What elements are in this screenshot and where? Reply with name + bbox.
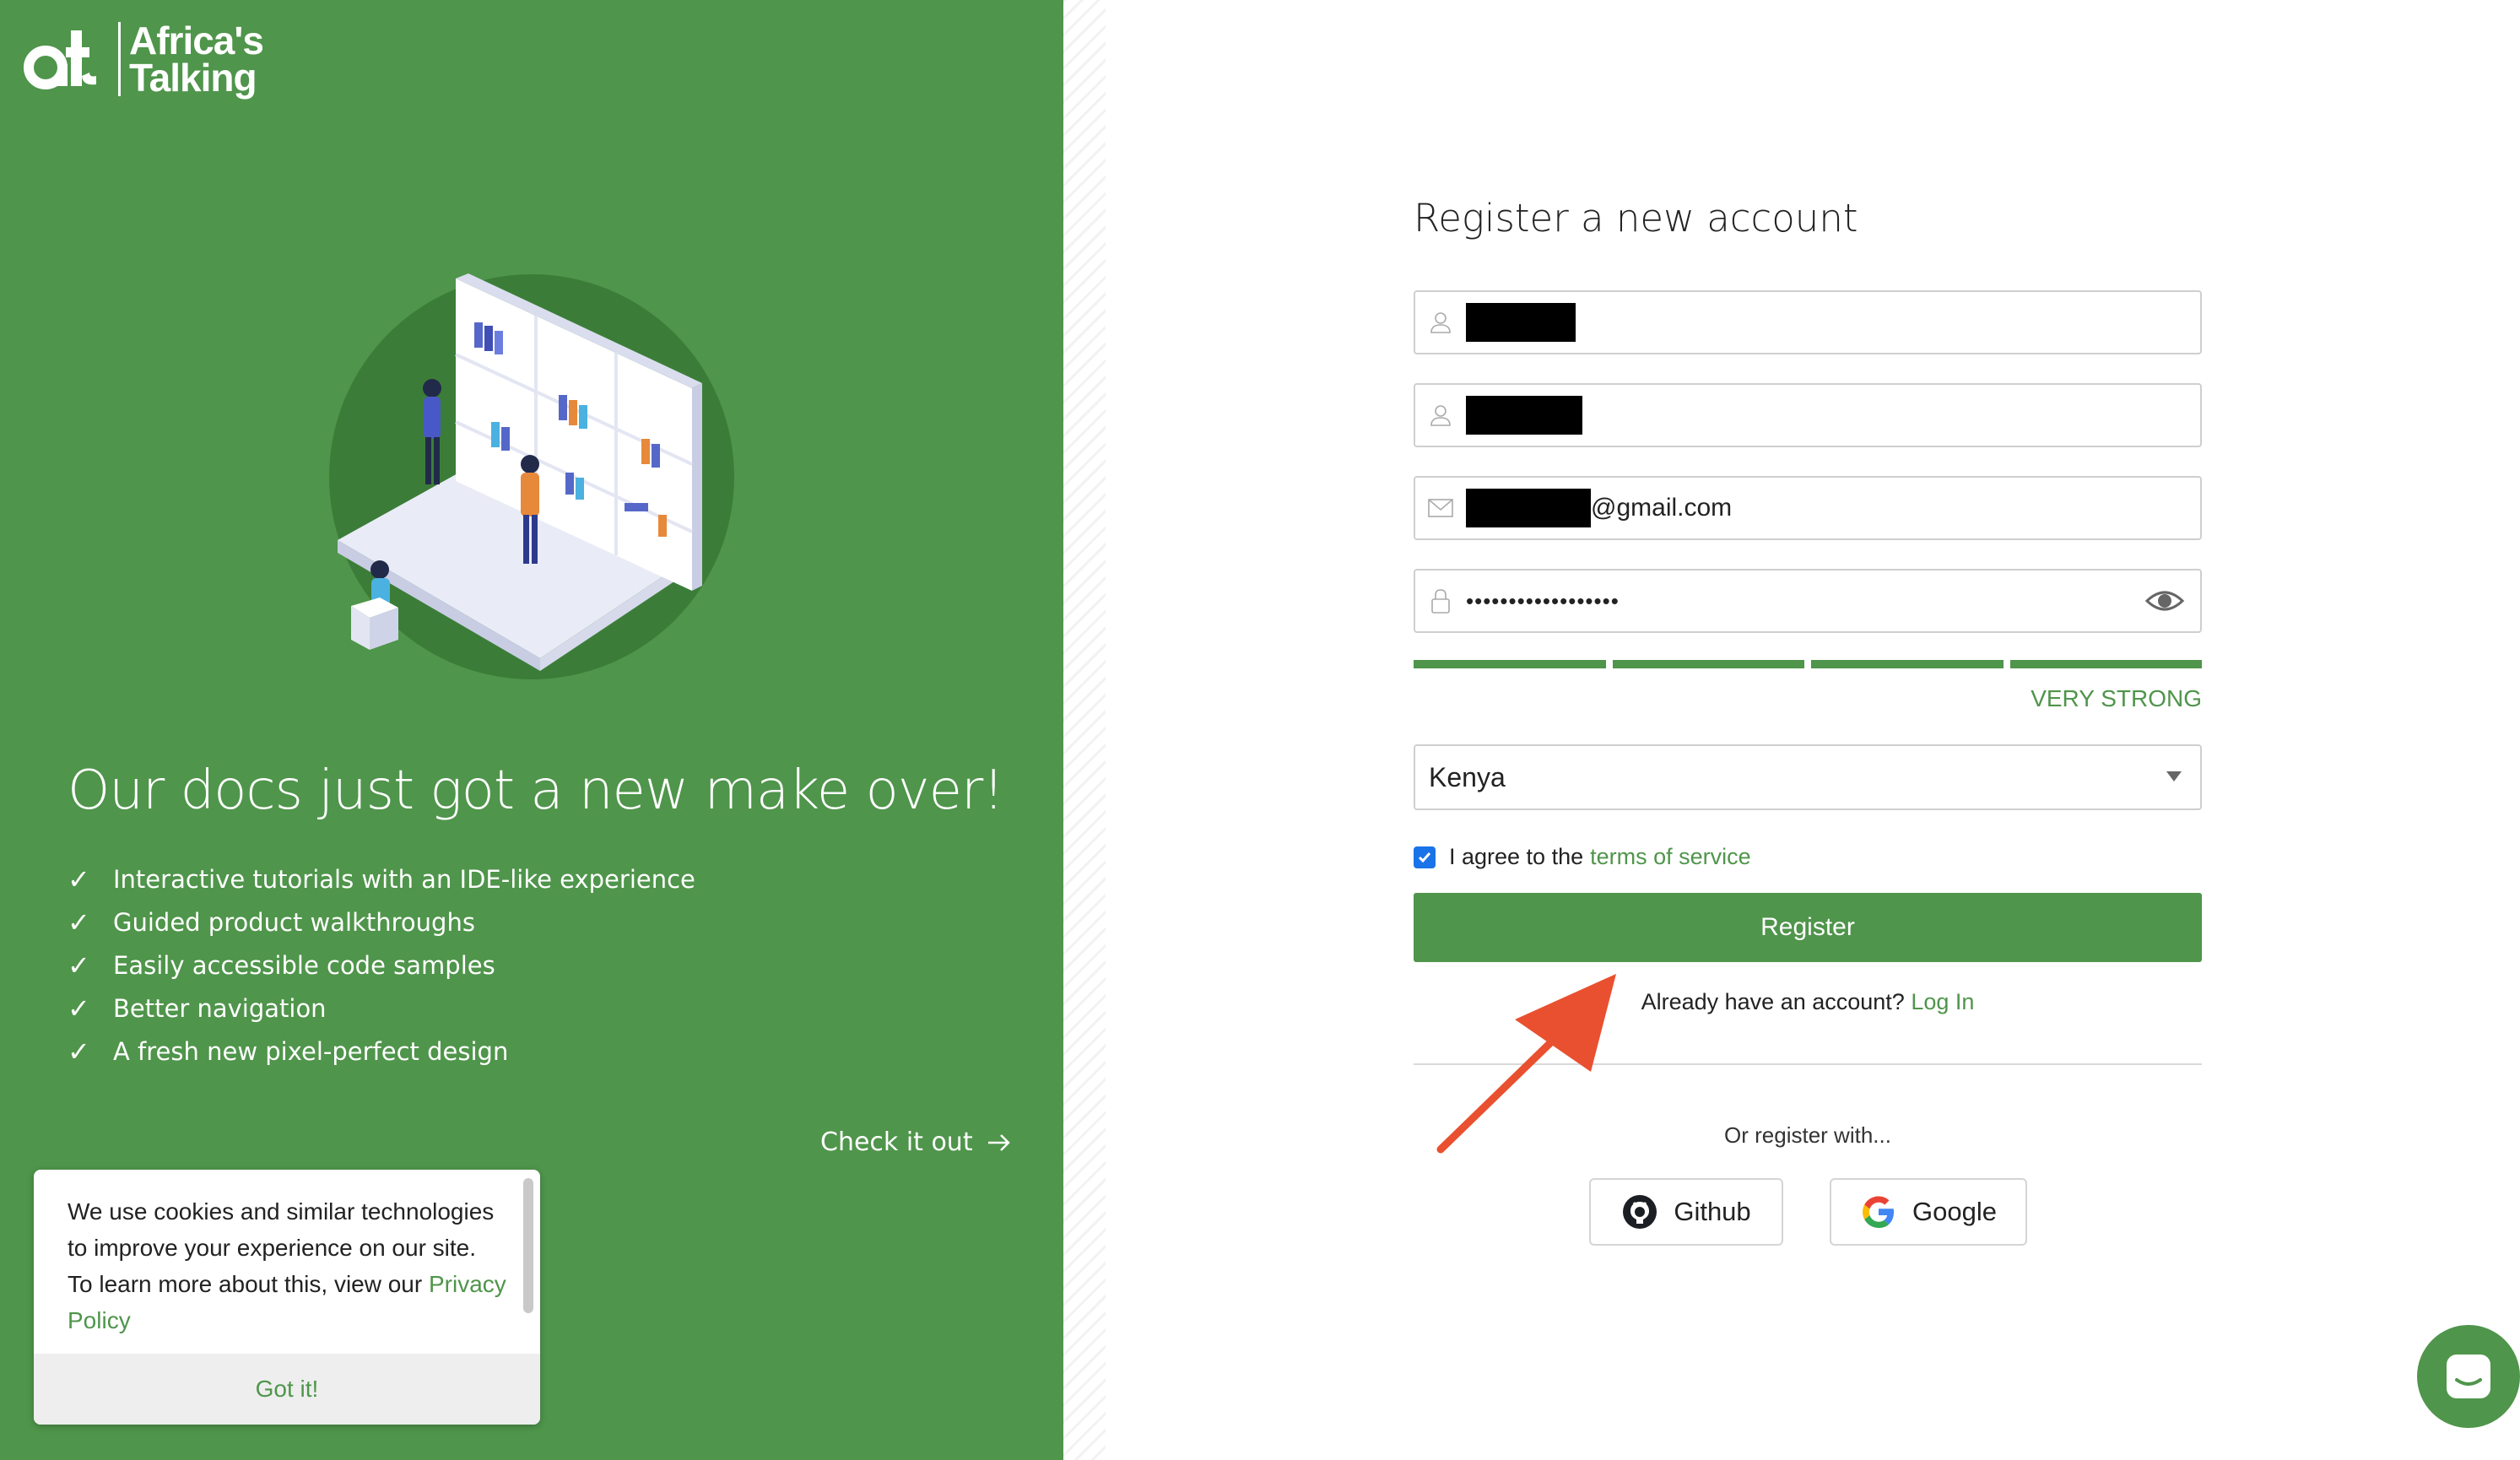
agree-text: I agree to the [1449,844,1584,869]
country-select[interactable]: Kenya [1414,744,2202,810]
envelope-icon [1415,497,1466,519]
register-button[interactable]: Register [1414,893,2202,962]
logo-wordmark: Africa's Talking [118,19,264,100]
strength-segment [1811,660,2004,668]
terms-agreement: I agree to the terms of service [1414,844,1751,870]
logo-mark-icon [24,30,96,89]
feature-item: ✓ Better navigation [68,987,695,1030]
feature-item: ✓ Interactive tutorials with an IDE-like … [68,857,695,900]
feature-text: Guided product walkthroughs [113,907,475,937]
caret-down-icon [2166,771,2182,781]
check-icon: ✓ [68,1035,90,1068]
cookie-accept-button[interactable]: Got it! [34,1354,540,1425]
first-name-field[interactable] [1414,290,2202,354]
redacted-email-local [1466,489,1591,527]
google-register-button[interactable]: Google [1830,1178,2027,1246]
feature-text: Better navigation [113,993,327,1023]
login-link[interactable]: Log In [1911,989,1974,1014]
cookie-scrollbar[interactable] [523,1178,533,1313]
check-icon: ✓ [68,862,90,895]
password-strength-label: VERY STRONG [2031,685,2202,711]
zigzag-divider [1063,0,1106,1460]
feature-text: Interactive tutorials with an IDE-like e… [113,864,695,894]
checkmark-icon [1418,852,1431,862]
strength-segment [2009,660,2202,668]
last-name-field[interactable] [1414,383,2202,447]
email-field[interactable]: @gmail.com [1414,476,2202,540]
logo-line1: Africa's [129,19,264,62]
strength-segment [1414,660,1606,668]
cookie-banner: We use cookies and similar technologies … [34,1170,540,1425]
cookie-message: We use cookies and similar technologies … [68,1193,506,1338]
docs-illustration [329,273,734,679]
page-title: Register a new account [1414,196,1858,241]
terms-of-service-link[interactable]: terms of service [1590,844,1751,870]
password-value: •••••••••••••••••• [1466,587,1620,614]
redacted-last-name [1466,396,1582,435]
terms-checkbox[interactable] [1414,846,1436,868]
feature-item: ✓ Easily accessible code samples [68,944,695,987]
redacted-first-name [1466,303,1576,342]
check-icon: ✓ [68,906,90,938]
check-it-out-label: Check it out [820,1127,973,1157]
github-label: Github [1674,1197,1751,1226]
annotation-arrow-icon [1436,974,1616,1154]
feature-item: ✓ Guided product walkthroughs [68,900,695,944]
user-icon [1415,310,1466,335]
logo[interactable]: Africa's Talking [24,19,264,100]
github-icon [1623,1195,1657,1229]
login-prompt-text: Already have an account? [1641,989,1905,1014]
feature-item: ✓ A fresh new pixel-perfect design [68,1030,695,1073]
lock-icon [1415,587,1466,614]
strength-segment [1612,660,1804,668]
country-value: Kenya [1429,761,1506,792]
user-icon [1415,403,1466,428]
check-icon: ✓ [68,949,90,981]
feature-list: ✓ Interactive tutorials with an IDE-like … [68,857,695,1073]
google-icon [1863,1196,1895,1228]
feature-text: Easily accessible code samples [113,950,495,980]
check-it-out-link[interactable]: Check it out [820,1127,1012,1157]
chat-icon [2447,1355,2490,1398]
arrow-right-icon [987,1133,1010,1151]
email-suffix: @gmail.com [1591,494,1733,522]
eye-icon[interactable] [2144,586,2185,620]
password-strength-meter [1414,660,2202,668]
check-icon: ✓ [68,992,90,1025]
feature-text: A fresh new pixel-perfect design [113,1036,509,1066]
github-register-button[interactable]: Github [1589,1178,1783,1246]
promo-panel: Africa's Talking Our docs just got a new… [0,0,1063,1460]
google-label: Google [1912,1197,1997,1226]
logo-line2: Talking [129,56,257,100]
promo-headline: Our docs just got a new make over! [68,760,1004,822]
password-field[interactable]: •••••••••••••••••• [1414,569,2202,633]
chat-widget-button[interactable] [2417,1325,2520,1428]
